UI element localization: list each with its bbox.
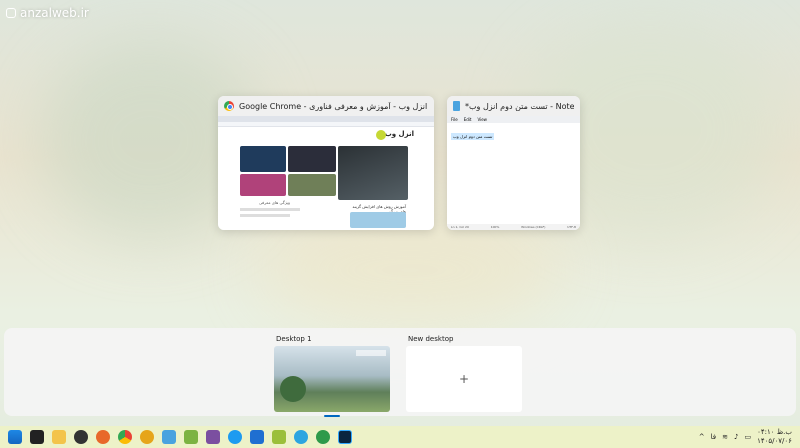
watermark-logo-icon [6,8,16,18]
clock-time: ۰۴:۱۰ ب.ظ [757,428,792,436]
menu-edit: Edit [463,117,472,122]
status-encoding: UTF-8 [567,225,576,229]
firefox-icon[interactable] [96,430,110,444]
notepad-window-preview[interactable]: *تست متن دوم انزل وب - Notepad File Edit… [447,96,580,230]
game-icon[interactable] [272,430,286,444]
telegram-icon[interactable] [294,430,308,444]
side-text: ویژگی های معرفی [258,200,290,205]
folder-icon[interactable] [52,430,66,444]
writer-icon[interactable] [250,430,264,444]
virtual-desktops-strip: Desktop 1 New desktop + [4,328,796,417]
article-image [350,212,406,228]
clock-date: ۱۴۰۵/۰۷/۰۶ [757,437,792,445]
text-line [240,208,300,211]
thumb-telegram-card [240,146,286,172]
battery-icon[interactable]: ▭ [744,433,751,441]
watermark-text: anzalweb.ir [20,6,89,20]
taskbar-apps [0,430,356,444]
menu-view: View [477,117,487,122]
volume-icon[interactable]: ♪ [734,433,738,441]
chrome-preview-body: انزل وب آموزش روش های افزایش گزینه های ب… [218,116,434,230]
plus-icon: + [458,372,470,386]
chrome-icon[interactable] [118,430,132,444]
windows-start-icon[interactable] [8,430,22,444]
browser-icon[interactable] [228,430,242,444]
thumb-news-card [288,174,336,196]
language-indicator[interactable]: فا [711,433,716,441]
desktop-label: Desktop 1 [276,335,312,343]
site-logo-text: انزل وب [384,130,414,138]
chrome-icon [224,101,234,111]
window-title: *تست متن دوم انزل وب - Notepad [465,101,574,111]
window-title: انزل وب - آموزش و معرفی فناوری - Google … [239,101,428,111]
chrome-window-preview[interactable]: انزل وب - آموزش و معرفی فناوری - Google … [218,96,434,230]
window-title-bar: انزل وب - آموزش و معرفی فناوری - Google … [218,96,434,116]
status-zoom: 100% [490,225,500,229]
desktop-label: New desktop [408,335,454,343]
status-line-ending: Windows (CRLF) [521,225,546,229]
new-desktop[interactable]: New desktop + [406,332,522,412]
gamepad-icon[interactable] [74,430,88,444]
menu-file: File [451,117,458,122]
taskbar: ^ فا ≋ ♪ ▭ ۰۴:۱۰ ب.ظ ۱۴۰۵/۰۷/۰۶ [0,426,800,448]
app-icon[interactable] [206,430,220,444]
android-icon[interactable] [184,430,198,444]
text-line [240,214,290,217]
site-logo-icon [376,130,386,140]
notepad-icon [453,101,460,111]
watermark: anzalweb.ir [6,6,89,20]
wallpaper-tree [280,376,306,402]
app-green-icon[interactable] [316,430,330,444]
clock[interactable]: ۰۴:۱۰ ب.ظ ۱۴۰۵/۰۷/۰۶ [757,428,792,446]
notepad-icon[interactable] [162,430,176,444]
notepad-statusbar: Ln 1, Col 20 100% Windows (CRLF) UTF-8 [447,224,580,230]
notepad-menubar: File Edit View [447,116,580,123]
thumb-instagram-card [240,174,286,196]
selected-text: تست متن دوم انزل وب [451,133,495,140]
status-position: Ln 1, Col 20 [451,225,469,229]
desktop-1[interactable]: Desktop 1 [274,332,390,417]
browser-toolbar [218,122,434,127]
chevron-up-icon[interactable]: ^ [699,433,705,441]
window-title-bar: *تست متن دوم انزل وب - Notepad [447,96,580,116]
desktop-icons-row [356,350,386,356]
active-desktop-indicator [324,415,340,417]
thumb-hero-image [338,146,408,200]
search-tool-icon[interactable] [140,430,154,444]
photoshop-icon[interactable] [338,430,352,444]
file-explorer-icon[interactable] [30,430,44,444]
notepad-preview-body: File Edit View تست متن دوم انزل وب Ln 1,… [447,116,580,230]
thumb-ai-card [288,146,336,172]
system-tray: ^ فا ≋ ♪ ▭ ۰۴:۱۰ ب.ظ ۱۴۰۵/۰۷/۰۶ [699,426,792,448]
new-desktop-button[interactable]: + [406,346,522,412]
wifi-icon[interactable]: ≋ [722,433,728,441]
desktop-1-thumbnail [274,346,390,412]
